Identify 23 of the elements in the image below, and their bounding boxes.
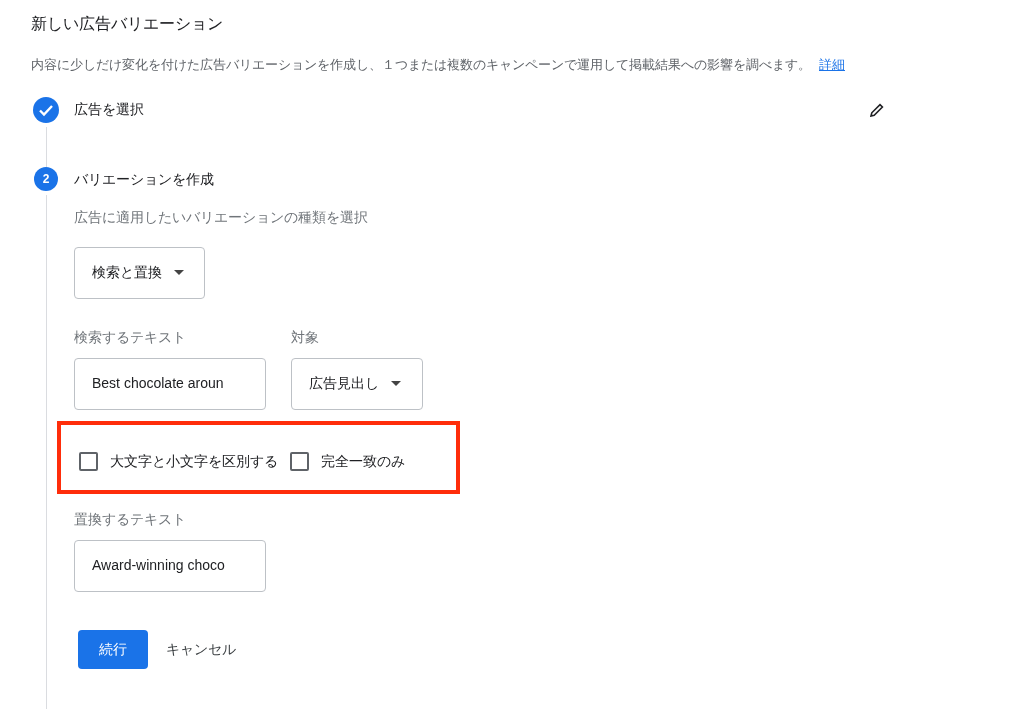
replace-text-field[interactable]: Award-winning choco [74,539,266,592]
continue-button[interactable]: 続行 [78,629,148,669]
target-dropdown[interactable]: 広告見出し [291,357,423,410]
search-text-field[interactable]: Best chocolate aroun [74,357,266,410]
checkbox-option[interactable]: 完全一致のみ [290,450,405,472]
checkbox-option[interactable]: 大文字と小文字を区別する [79,450,278,472]
field-label: 検索するテキスト [74,327,187,347]
pencil-icon[interactable] [870,102,884,117]
step-label: 広告を選択 [74,100,145,119]
page-title: 新しい広告バリエーション [31,14,224,34]
variation-type-dropdown[interactable]: 検索と置換 [74,246,205,299]
field-label: 対象 [291,327,320,347]
checkbox[interactable] [290,451,309,471]
step-number: 2 [34,166,58,191]
step-label: バリエーションを作成 [74,170,215,189]
cancel-button[interactable]: キャンセル [166,638,236,660]
details-link[interactable]: 詳細 [819,57,845,72]
field-label: 広告に適用したいバリエーションの種類を選択 [74,207,369,227]
description-text: 内容に少しだけ変化を付けた広告バリエーションを作成し、１つまたは複数のキャンペーンで運用して掲載結果への影響を調べます。 詳細 [31,56,846,74]
caret-icon [391,381,401,386]
caret-icon [174,270,184,275]
checkbox[interactable] [79,451,98,471]
field-label: 置換するテキスト [74,509,187,529]
